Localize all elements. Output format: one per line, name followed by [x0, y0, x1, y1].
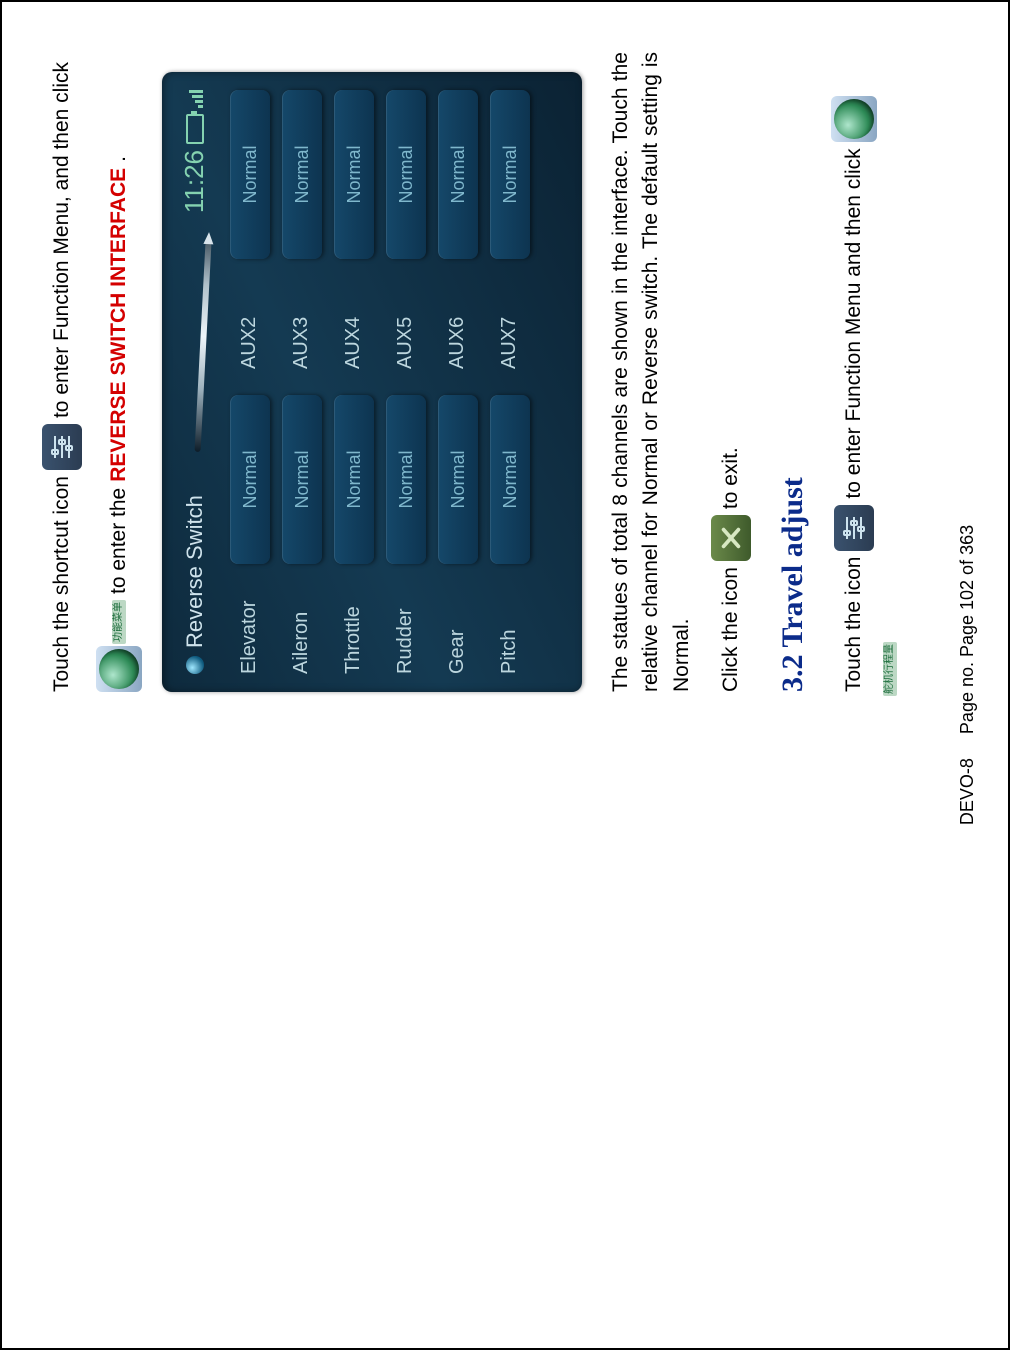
channel-row: Rudder Normal [386, 395, 426, 674]
intro-line-1: Touch the shortcut icon to enter Functio… [42, 52, 82, 692]
function-menu-shortcut-icon [42, 424, 82, 470]
channel-label: AUX7 [495, 273, 524, 369]
channel-state-button[interactable]: Normal [230, 90, 270, 259]
channel-label: Elevator [235, 578, 264, 674]
channel-state-button[interactable]: Normal [282, 90, 322, 259]
channel-state-button[interactable]: Normal [386, 90, 426, 259]
reverse-switch-app-icon [96, 646, 142, 692]
channel-state-button[interactable]: Normal [490, 395, 530, 564]
channel-row: Aileron Normal [282, 395, 322, 674]
intro-text-1: Touch the shortcut icon [47, 476, 77, 692]
intro-period: . [104, 156, 134, 162]
intro-line-2: 功能菜单 to enter the REVERSE SWITCH INTERFA… [96, 52, 142, 692]
device-clock: 11:26 [176, 150, 214, 213]
device-header: Reverse Switch 11:26 [176, 90, 214, 674]
content-column: Touch the shortcut icon to enter Functio… [42, 52, 897, 692]
channel-label: AUX3 [287, 273, 316, 369]
channel-label: AUX5 [391, 273, 420, 369]
channel-state-button[interactable]: Normal [334, 90, 374, 259]
channel-row: AUX7 Normal [490, 90, 530, 369]
channel-label: AUX6 [443, 273, 472, 369]
device-channel-grid: Elevator Normal AUX2 Normal Aileron Norm… [224, 90, 530, 674]
travel-adjust-app-icon [831, 96, 877, 142]
channel-state-button[interactable]: Normal [230, 395, 270, 564]
channel-label: Throttle [339, 578, 368, 674]
channel-label: Aileron [287, 578, 316, 674]
description-paragraph: The statues of total 8 channels are show… [606, 52, 697, 692]
channel-row: Throttle Normal [334, 395, 374, 674]
compass-icon [834, 99, 874, 139]
channel-row: Elevator Normal [230, 395, 270, 674]
channel-row: AUX2 Normal [230, 90, 270, 369]
device-screenshot: Reverse Switch 11:26 Elevator Normal [162, 72, 582, 692]
channel-label: Rudder [391, 578, 420, 674]
channel-row: Gear Normal [438, 395, 478, 674]
battery-icon [186, 114, 204, 144]
page-footer: DEVO-8 Page no. Page 102 of 363 [937, 52, 978, 1298]
channel-state-button[interactable]: Normal [386, 395, 426, 564]
exit-text-before: Click the icon [716, 567, 746, 692]
channel-state-button[interactable]: Normal [334, 395, 374, 564]
exit-text-after: to exit. [716, 447, 746, 509]
intro-text-2: to enter Function Menu, and then click [47, 62, 77, 418]
compass-icon [99, 649, 139, 689]
signal-icon [187, 90, 203, 108]
footer-model: DEVO-8 [957, 758, 978, 825]
channel-label: Pitch [495, 578, 524, 674]
channel-row: Pitch Normal [490, 395, 530, 674]
channel-row: AUX4 Normal [334, 90, 374, 369]
device-status-bar: 11:26 [176, 90, 214, 213]
channel-state-button[interactable]: Normal [490, 90, 530, 259]
channel-row: AUX5 Normal [386, 90, 426, 369]
channel-state-button[interactable]: Normal [438, 395, 478, 564]
travel-line: Touch the icon to enter Function Menu an… [831, 52, 898, 692]
function-menu-shortcut-icon [834, 505, 874, 551]
device-title-text: Reverse Switch [179, 495, 211, 648]
device-title: Reverse Switch [179, 495, 211, 674]
channel-label: AUX2 [235, 273, 264, 369]
travel-text-after: to enter Function Menu and then click [839, 148, 869, 498]
page-frame: Touch the shortcut icon to enter Functio… [0, 0, 1010, 1350]
channel-state-button[interactable]: Normal [282, 395, 322, 564]
section-heading: 3.2 Travel adjust [771, 52, 815, 692]
icon-caption-2: 舵机行程量 [883, 642, 898, 696]
channel-row: AUX6 Normal [438, 90, 478, 369]
channel-state-button[interactable]: Normal [438, 90, 478, 259]
intro-text-3: to enter the [104, 488, 134, 594]
intro-red: REVERSE SWITCH INTERFACE [104, 168, 134, 482]
icon-caption-1: 功能菜单 [112, 600, 127, 644]
travel-text-before: Touch the icon [839, 557, 869, 692]
device-title-dot-icon [186, 656, 204, 674]
exit-icon [711, 515, 751, 561]
channel-label: Gear [443, 578, 472, 674]
exit-line: Click the icon to exit. [711, 52, 751, 692]
footer-page: Page no. Page 102 of 363 [957, 525, 978, 734]
channel-row: AUX3 Normal [282, 90, 322, 369]
channel-label: AUX4 [339, 273, 368, 369]
